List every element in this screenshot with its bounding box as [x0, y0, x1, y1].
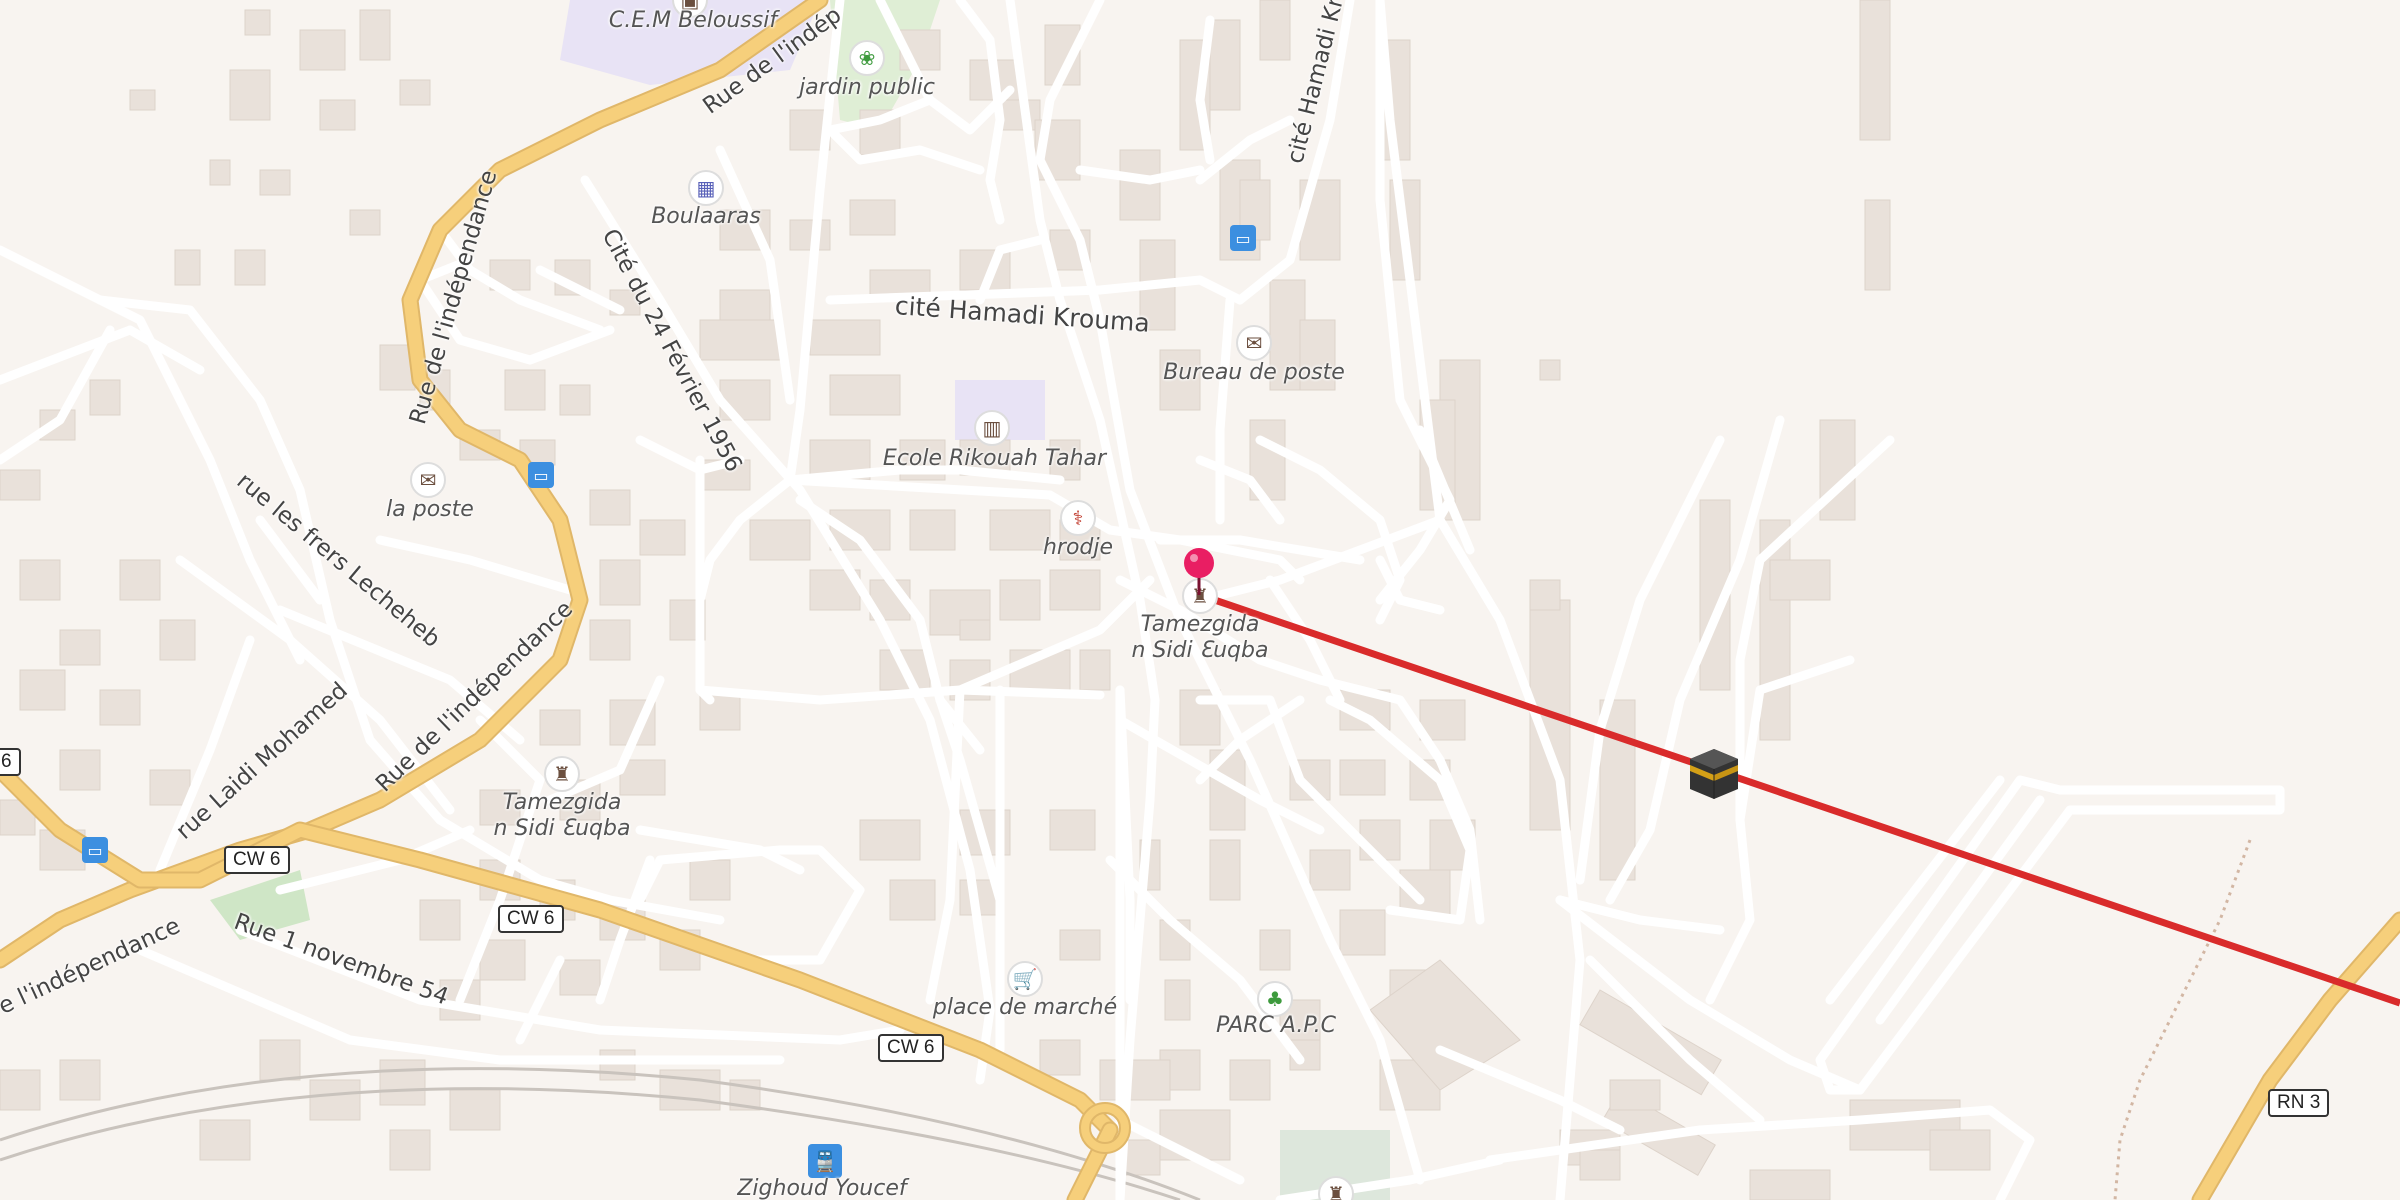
poi-label-parc-apc[interactable]: PARC A.P.C [1156, 1013, 1396, 1039]
bus-stop-icon[interactable]: ▭ [528, 462, 554, 488]
school-icon[interactable]: ▥ [974, 410, 1010, 446]
map-view[interactable]: Rue de l'indép Rue de l'indépendance Rue… [0, 0, 2400, 1200]
shopping-cart-icon[interactable]: 🛒 [1007, 961, 1043, 997]
park-icon[interactable]: ❀ [849, 40, 885, 76]
poi-label-line: Tamezgida [1140, 612, 1260, 637]
bus-stop-icon[interactable]: ▭ [1230, 225, 1256, 251]
train-station-icon[interactable]: 🚆 [808, 1144, 842, 1178]
railway [0, 1067, 1201, 1200]
road-shield-edge: 6 [0, 748, 21, 776]
poi-label-line: Tamezgida [502, 790, 622, 815]
kaaba-graphic [1690, 749, 1738, 799]
location-pin-icon[interactable] [1181, 547, 1217, 597]
poi-label-line: n Sidi Ɛuqba [1131, 638, 1269, 663]
road-shield-cw6: CW 6 [224, 846, 290, 874]
poi-label-tamezgida[interactable]: Tamezgida n Sidi Ɛuqba [462, 790, 662, 842]
poi-label-jardin-public[interactable]: jardin public [747, 75, 987, 101]
kaaba-icon[interactable] [1686, 745, 1742, 801]
doctor-icon[interactable]: ⚕ [1060, 500, 1096, 536]
poi-label-hrodje[interactable]: hrodje [978, 535, 1178, 561]
poi-label-line: n Sidi Ɛuqba [493, 816, 631, 841]
poi-label-la-poste[interactable]: la poste [330, 497, 530, 523]
road-shield-cw6: CW 6 [878, 1034, 944, 1062]
poi-label-bureau-de-poste[interactable]: Bureau de poste [1134, 360, 1374, 386]
bus-stop-icon[interactable]: ▭ [82, 837, 108, 863]
road-shield-cw6: CW 6 [498, 905, 564, 933]
poi-label-tamezgida[interactable]: Tamezgida n Sidi Ɛuqba [1100, 612, 1300, 664]
tree-icon[interactable]: ♣ [1257, 981, 1293, 1017]
museum-icon[interactable]: ▦ [688, 170, 724, 206]
post-office-icon[interactable]: ✉ [1236, 325, 1272, 361]
mosque-icon[interactable]: ♜ [544, 756, 580, 792]
poi-label-zighoud-youcef[interactable]: Zighoud Youcef [702, 1176, 942, 1200]
road-shield-rn3: RN 3 [2268, 1089, 2330, 1117]
poi-label-boulaaras[interactable]: Boulaaras [586, 204, 826, 230]
post-office-icon[interactable]: ✉ [410, 462, 446, 498]
poi-label-place-de-marche[interactable]: place de marché [905, 995, 1145, 1021]
pin-graphic [1184, 548, 1214, 595]
poi-label-ecole-rikouah-tahar[interactable]: Ecole Rikouah Tahar [852, 446, 1137, 472]
poi-label-cem-beloussif[interactable]: C.E.M Beloussif [573, 8, 813, 34]
